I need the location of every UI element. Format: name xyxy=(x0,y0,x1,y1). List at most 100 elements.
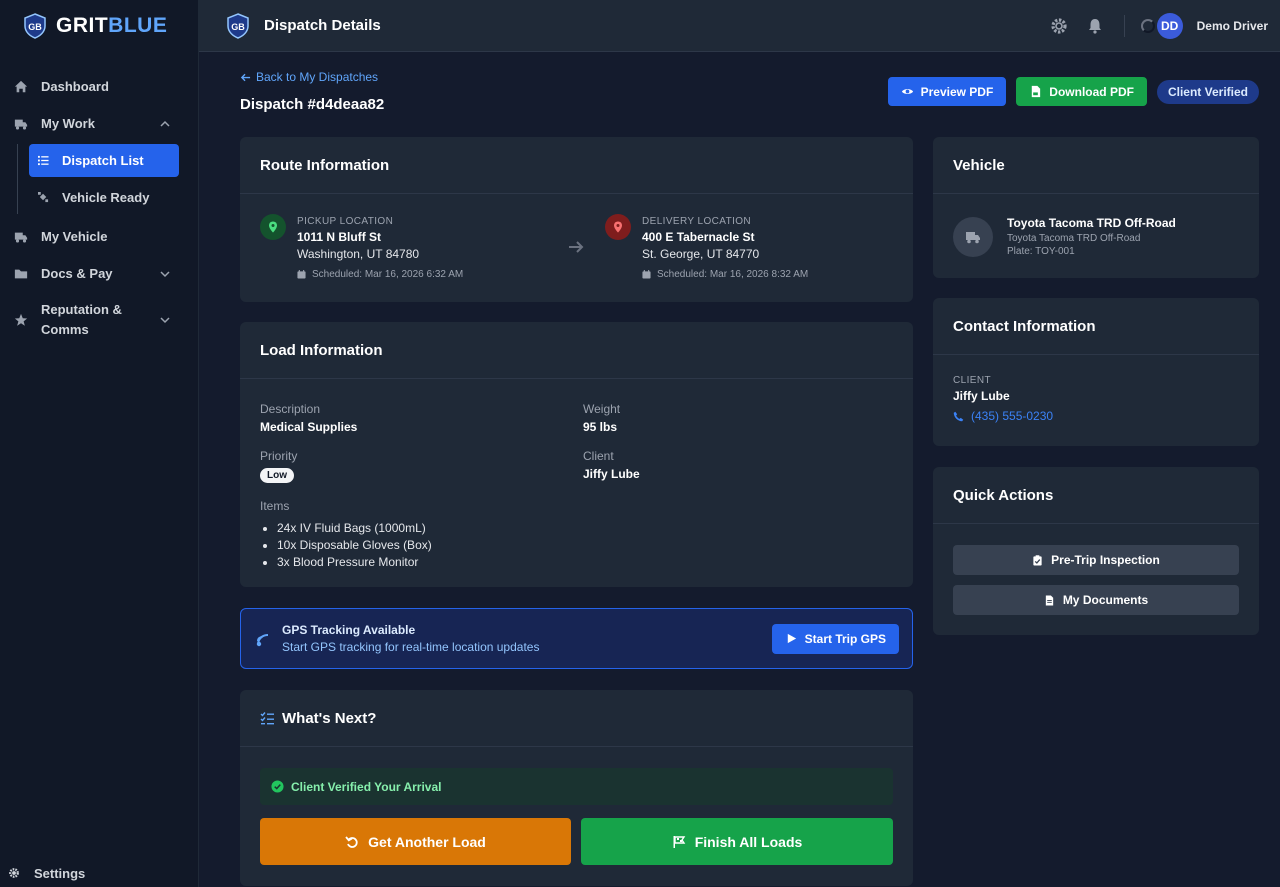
start-trip-gps-button[interactable]: Start Trip GPS xyxy=(771,623,899,654)
contact-client-name: Jiffy Lube xyxy=(953,389,1010,403)
pickup-label: PICKUP LOCATION xyxy=(297,216,394,227)
whats-next-title: What's Next? xyxy=(282,709,377,727)
vehicle-model: Toyota Tacoma TRD Off-Road xyxy=(1007,233,1141,244)
weight-value: 95 lbs xyxy=(583,420,618,434)
pickup-location: PICKUP LOCATION 1011 N Bluff St Washingt… xyxy=(260,214,463,280)
arrow-left-icon xyxy=(240,73,251,81)
sidebar-item-label: Dashboard xyxy=(41,79,109,94)
gear-icon[interactable] xyxy=(1050,17,1068,35)
load-information-title: Load Information xyxy=(240,322,913,379)
avatar[interactable]: DD xyxy=(1156,12,1183,39)
verified-arrival-text: Client Verified Your Arrival xyxy=(291,779,442,794)
sidebar-item-settings[interactable]: Settings xyxy=(8,863,85,883)
pickup-city: Washington, UT 84780 xyxy=(297,247,420,261)
brand-name: GRITBLUE xyxy=(56,14,167,38)
sidebar: GB GRITBLUE Dashboard My Work Dispatch L… xyxy=(0,0,199,887)
get-another-load-label: Get Another Load xyxy=(368,833,486,850)
sidebar-item-label: Vehicle Ready xyxy=(62,190,150,205)
preview-pdf-button[interactable]: Preview PDF xyxy=(887,77,1007,106)
pickup-scheduled-text: Scheduled: Mar 16, 2026 6:32 AM xyxy=(312,269,464,280)
sidebar-item-docs-pay[interactable]: Docs & Pay xyxy=(0,255,198,292)
user-name[interactable]: Demo Driver xyxy=(1197,19,1268,33)
sidebar-item-my-vehicle[interactable]: My Vehicle xyxy=(0,218,198,255)
pickup-scheduled: Scheduled: Mar 16, 2026 6:32 AM xyxy=(297,269,463,280)
map-pin-icon xyxy=(614,221,622,233)
gritblue-logo-icon: GB xyxy=(227,12,249,39)
delivery-city: St. George, UT 84770 xyxy=(642,247,760,261)
vehicle-plate: Plate: TOY-001 xyxy=(1007,246,1075,257)
finish-all-loads-label: Finish All Loads xyxy=(694,833,803,850)
topbar-divider xyxy=(1123,14,1125,37)
client-value: Jiffy Lube xyxy=(583,467,640,481)
list-icon xyxy=(38,155,49,166)
delivery-scheduled-text: Scheduled: Mar 16, 2026 8:32 AM xyxy=(657,269,809,280)
route-body: PICKUP LOCATION 1011 N Bluff St Washingt… xyxy=(240,194,913,301)
items-field: Items 24x IV Fluid Bags (1000mL) 10x Dis… xyxy=(260,499,432,571)
sidebar-item-reputation-comms[interactable]: Reputation & Comms xyxy=(0,292,198,348)
priority-label: Priority xyxy=(260,449,298,463)
delivery-location: DELIVERY LOCATION 400 E Tabernacle St St… xyxy=(605,214,808,280)
items-label: Items xyxy=(260,499,290,513)
load-information-card: Load Information Description Medical Sup… xyxy=(240,322,913,587)
pre-trip-inspection-button[interactable]: Pre-Trip Inspection xyxy=(953,545,1239,575)
download-pdf-button[interactable]: Download PDF xyxy=(1016,77,1147,106)
brand[interactable]: GB GRITBLUE xyxy=(0,0,198,52)
sidebar-item-label: Reputation & Comms xyxy=(41,302,122,337)
finish-all-loads-button[interactable]: Finish All Loads xyxy=(581,818,893,865)
logo-glyph: GB xyxy=(231,22,245,32)
sidebar-item-vehicle-ready[interactable]: Vehicle Ready xyxy=(29,181,179,214)
arrow-right-icon xyxy=(569,241,584,253)
my-documents-button[interactable]: My Documents xyxy=(953,585,1239,615)
dispatch-id: Dispatch #d4deaa82 xyxy=(240,96,385,113)
priority-field: Priority Low xyxy=(260,449,297,483)
sidebar-item-label: Dispatch List xyxy=(62,153,144,168)
my-work-submenu: Dispatch List Vehicle Ready xyxy=(17,144,198,214)
description-value: Medical Supplies xyxy=(260,420,358,434)
preview-pdf-label: Preview PDF xyxy=(920,84,994,99)
download-pdf-label: Download PDF xyxy=(1049,84,1134,99)
gps-subtitle: Start GPS tracking for real-time locatio… xyxy=(282,640,540,654)
list-item: 24x IV Fluid Bags (1000mL) xyxy=(277,520,432,537)
sidebar-nav: Dashboard My Work Dispatch List Vehicle … xyxy=(0,68,198,348)
weight-label: Weight xyxy=(583,402,621,416)
check-circle-icon xyxy=(271,780,284,793)
file-pdf-icon xyxy=(1032,85,1041,98)
verified-arrival-alert: Client Verified Your Arrival xyxy=(260,768,893,805)
tasks-icon xyxy=(260,711,274,724)
gps-tracking-banner: GPS Tracking Available Start GPS trackin… xyxy=(240,608,913,669)
get-another-load-button[interactable]: Get Another Load xyxy=(260,818,571,865)
delivery-label: DELIVERY LOCATION xyxy=(642,216,752,227)
whats-next-header: What's Next? xyxy=(240,690,913,747)
sidebar-item-label: Settings xyxy=(34,865,86,881)
home-icon xyxy=(14,80,28,92)
vehicle-card: Vehicle Toyota Tacoma TRD Off-Road Toyot… xyxy=(933,137,1259,278)
back-link[interactable]: Back to My Dispatches xyxy=(240,70,378,84)
contact-phone-link[interactable]: (435) 555-0230 xyxy=(953,409,1239,423)
my-documents-label: My Documents xyxy=(1062,593,1149,607)
description-label: Description xyxy=(260,402,321,416)
bell-icon[interactable] xyxy=(1086,17,1104,35)
sidebar-item-my-work[interactable]: My Work xyxy=(0,105,198,142)
sidebar-item-label: Docs & Pay xyxy=(41,266,113,281)
chevron-up-icon xyxy=(160,120,170,127)
status-badge: Client Verified xyxy=(1156,79,1259,104)
whats-next-card: What's Next? Client Verified Your Arriva… xyxy=(240,690,913,886)
pickup-pin xyxy=(260,214,286,240)
star-icon xyxy=(14,313,28,326)
undo-icon xyxy=(345,835,358,848)
vehicle-name: Toyota Tacoma TRD Off-Road xyxy=(1007,216,1176,230)
list-item: 10x Disposable Gloves (Box) xyxy=(277,537,432,554)
vehicle-avatar xyxy=(953,216,993,257)
header-actions: Preview PDF Download PDF Client Verified xyxy=(887,77,1259,106)
satellite-icon xyxy=(38,192,49,203)
logo-glyph: GB xyxy=(28,22,42,32)
route-information-card: Route Information PICKUP LOCATION 1011 N… xyxy=(240,137,913,302)
sidebar-item-dashboard[interactable]: Dashboard xyxy=(0,68,198,105)
client-label: Client xyxy=(583,449,614,463)
vehicle-body: Toyota Tacoma TRD Off-Road Toyota Tacoma… xyxy=(933,194,1259,279)
sidebar-item-dispatch-list[interactable]: Dispatch List xyxy=(29,144,179,177)
contact-information-card: Contact Information CLIENT Jiffy Lube (4… xyxy=(933,298,1259,446)
contact-body: CLIENT Jiffy Lube (435) 555-0230 xyxy=(933,355,1259,443)
chevron-down-icon xyxy=(160,317,170,324)
topbar-actions: DD Demo Driver xyxy=(1050,0,1280,51)
